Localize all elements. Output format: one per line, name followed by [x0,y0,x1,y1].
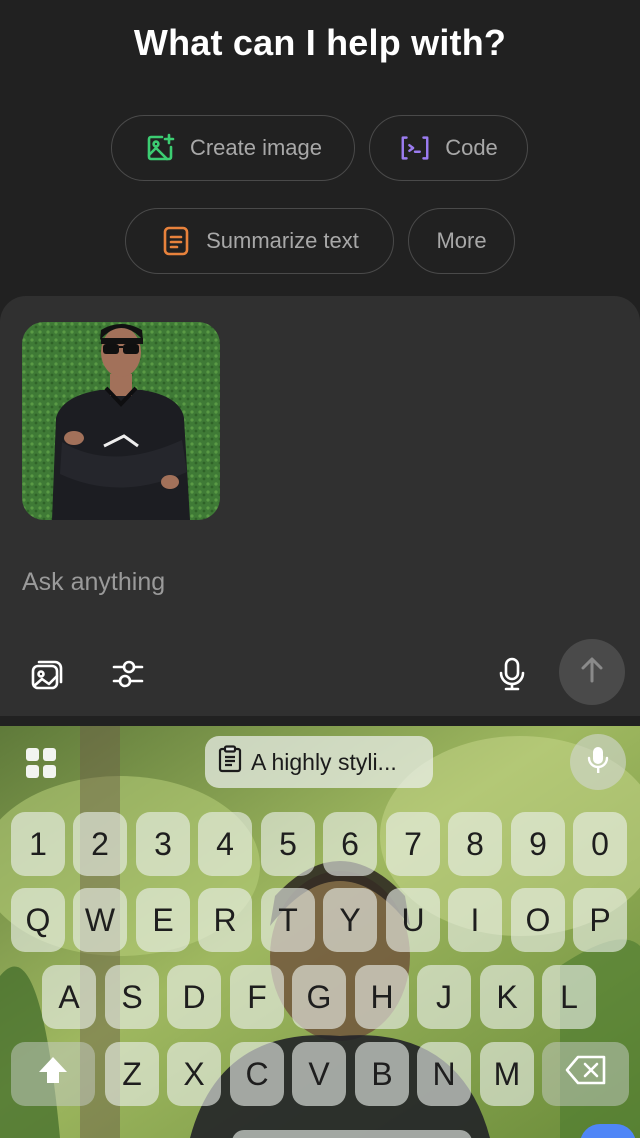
key-y[interactable]: Y [323,888,377,952]
code-button[interactable]: Code [369,115,528,181]
backspace-icon [564,1054,608,1094]
key-5[interactable]: 5 [261,812,315,876]
key-u[interactable]: U [386,888,440,952]
key-d[interactable]: D [167,965,221,1029]
clipboard-text: A highly styli... [251,748,397,775]
key-a[interactable]: A [42,965,96,1029]
key-t[interactable]: T [261,888,315,952]
key-h[interactable]: H [355,965,409,1029]
key-n[interactable]: N [417,1042,471,1106]
document-icon [160,225,192,257]
summarize-text-button[interactable]: Summarize text [125,208,394,274]
key-0[interactable]: 0 [573,812,627,876]
key-c[interactable]: C [230,1042,284,1106]
code-bracket-icon [399,132,431,164]
key-9[interactable]: 9 [511,812,565,876]
settings-sliders-icon[interactable] [106,652,150,696]
create-image-button[interactable]: Create image [111,115,355,181]
key-w[interactable]: W [73,888,127,952]
shift-arrow-icon [36,1054,70,1094]
key-i[interactable]: I [448,888,502,952]
key-f[interactable]: F [230,965,284,1029]
key-k[interactable]: K [480,965,534,1029]
header-area: What can I help with? Create image Code [0,0,640,300]
send-arrow-icon [579,656,605,689]
backspace-key[interactable] [542,1042,629,1106]
prompt-input[interactable]: Ask anything [22,568,165,597]
key-2[interactable]: 2 [73,812,127,876]
attached-image[interactable] [22,322,220,520]
key-e[interactable]: E [136,888,190,952]
on-screen-keyboard: A highly styli... 1 2 3 4 5 6 7 8 9 0 Q … [0,726,640,1138]
create-image-label: Create image [189,135,323,160]
clipboard-icon [217,745,243,779]
key-6[interactable]: 6 [323,812,377,876]
key-g[interactable]: G [292,965,346,1029]
send-button[interactable] [559,639,625,705]
key-l[interactable]: L [542,965,596,1029]
more-label: More [436,228,487,253]
key-b[interactable]: B [355,1042,409,1106]
summarize-text-label: Summarize text [206,228,359,253]
key-j[interactable]: J [417,965,471,1029]
apps-grid-icon[interactable] [24,746,58,780]
key-o[interactable]: O [511,888,565,952]
code-label: Code [445,135,498,160]
composer-panel: Ask anything [0,296,640,716]
key-s[interactable]: S [105,965,159,1029]
key-8[interactable]: 8 [448,812,502,876]
microphone-icon[interactable] [490,652,534,696]
key-1[interactable]: 1 [11,812,65,876]
key-v[interactable]: V [292,1042,346,1106]
key-4[interactable]: 4 [198,812,252,876]
key-7[interactable]: 7 [386,812,440,876]
key-3[interactable]: 3 [136,812,190,876]
attach-image-icon[interactable] [26,652,70,696]
key-m[interactable]: M [480,1042,534,1106]
key-p[interactable]: P [573,888,627,952]
shift-key[interactable] [11,1042,95,1106]
clipboard-suggestion[interactable]: A highly styli... [205,736,433,788]
image-sparkle-icon [144,132,176,164]
spacebar[interactable] [232,1130,472,1138]
more-button[interactable]: More [408,208,515,274]
key-x[interactable]: X [167,1042,221,1106]
key-q[interactable]: Q [11,888,65,952]
page-title: What can I help with? [133,22,507,63]
key-r[interactable]: R [198,888,252,952]
voice-input-button[interactable] [570,734,626,790]
microphone-icon [586,745,610,780]
key-z[interactable]: Z [105,1042,159,1106]
keyboard-toolbar: A highly styli... [0,726,640,800]
